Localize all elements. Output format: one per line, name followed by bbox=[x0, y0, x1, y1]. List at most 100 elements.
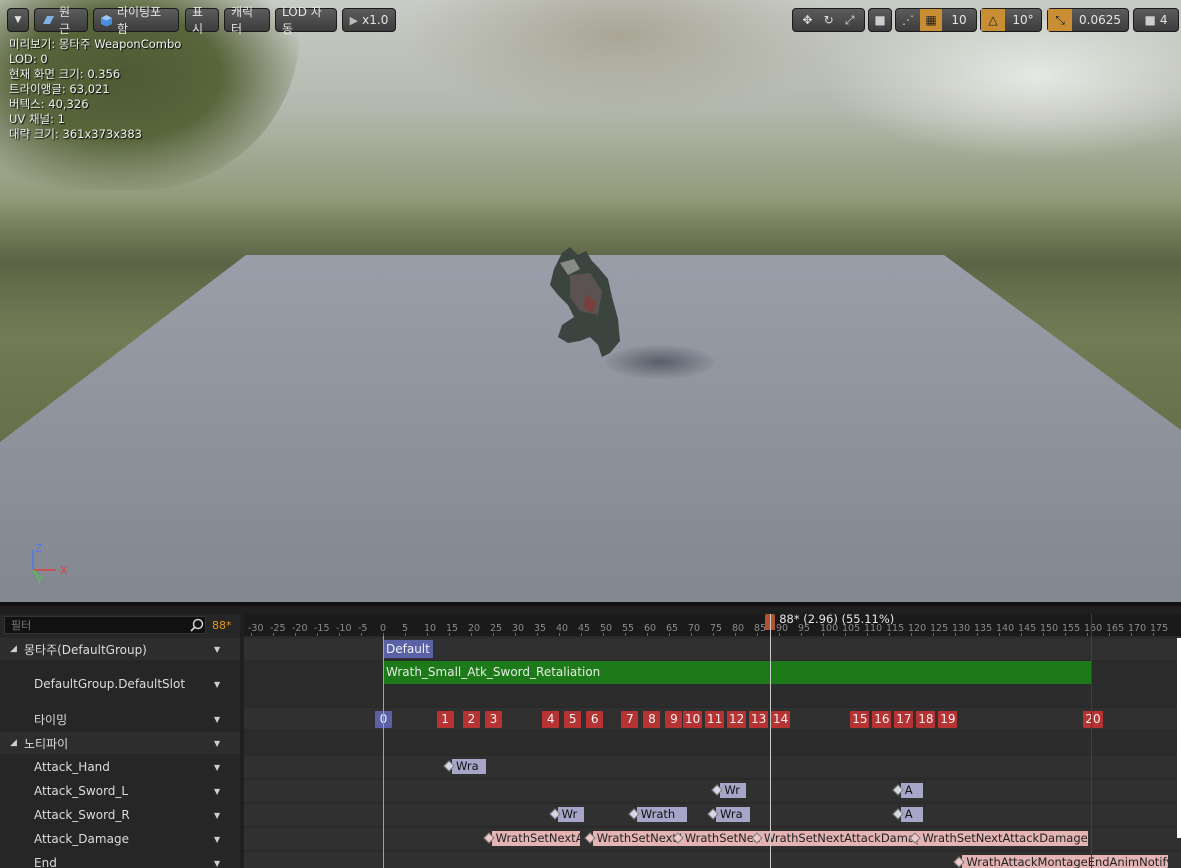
timing-marker[interactable]: 7 bbox=[621, 711, 639, 728]
notify-damage[interactable]: WrathSetNextAttack bbox=[592, 831, 681, 846]
chevron-down-icon[interactable]: ▼ bbox=[214, 680, 220, 689]
track-timing[interactable]: 타이밍 ▼ bbox=[0, 708, 240, 730]
expand-triangle-icon[interactable]: ◢ bbox=[10, 644, 17, 654]
vertical-scrollbar[interactable] bbox=[1177, 638, 1181, 838]
timing-marker[interactable]: 4 bbox=[542, 711, 560, 728]
scale-snap-icon[interactable]: ⤡ bbox=[1048, 9, 1072, 31]
timing-marker[interactable]: 13 bbox=[749, 711, 769, 728]
notify-sword-r[interactable]: A bbox=[900, 807, 923, 822]
timing-marker[interactable]: 1 bbox=[436, 711, 454, 728]
notify-damage[interactable]: WrathSetNextAttack bbox=[491, 831, 580, 846]
chevron-down-icon[interactable]: ▼ bbox=[214, 763, 220, 772]
section-default[interactable]: Default bbox=[383, 640, 433, 658]
chevron-down-icon[interactable]: ▼ bbox=[214, 835, 220, 844]
track-list: 필터 88* ◢ 몽타주(DefaultGroup) ▼ DefaultGrou… bbox=[0, 614, 240, 868]
notify-sword-l[interactable]: A bbox=[900, 783, 923, 798]
notify-sword-l[interactable]: Wr bbox=[720, 783, 747, 798]
timing-marker[interactable]: 11 bbox=[705, 711, 725, 728]
timing-marker[interactable]: 17 bbox=[894, 711, 914, 728]
rotation-snap-value[interactable]: 10° bbox=[1005, 13, 1041, 27]
tick-mark bbox=[713, 633, 714, 636]
perspective-label: 원근 bbox=[58, 5, 71, 36]
track-attack-damage[interactable]: Attack_Damage ▼ bbox=[0, 828, 240, 850]
timing-marker[interactable]: 15 bbox=[850, 711, 870, 728]
track-label: 노티파이 bbox=[24, 736, 69, 751]
tick-label: -5 bbox=[358, 623, 368, 634]
timing-marker[interactable]: 3 bbox=[485, 711, 502, 728]
notify-damage[interactable]: WrathSetNextAttackDamage bbox=[918, 831, 1089, 846]
notify-damage[interactable]: WrathSetNextAttackDamage bbox=[760, 831, 930, 846]
scale-snap-value[interactable]: 0.0625 bbox=[1072, 13, 1128, 27]
tick-label: 80 bbox=[732, 623, 745, 634]
tick-mark bbox=[251, 633, 252, 636]
tick-label: 50 bbox=[600, 623, 613, 634]
track-attack-hand[interactable]: Attack_Hand ▼ bbox=[0, 756, 240, 778]
grid-snap-value[interactable]: 10 bbox=[942, 13, 976, 27]
camera-speed-button[interactable]: ■ 4 bbox=[1133, 8, 1179, 32]
viewport-options-dropdown[interactable]: ▼ bbox=[7, 8, 29, 32]
timing-marker[interactable]: 20 bbox=[1083, 711, 1103, 728]
perspective-button[interactable]: 원근 bbox=[34, 5, 88, 36]
track-attack-sword-r[interactable]: Attack_Sword_R ▼ bbox=[0, 804, 240, 826]
tick-mark bbox=[295, 633, 296, 636]
tick-label: 15 bbox=[446, 623, 459, 634]
tick-mark bbox=[405, 633, 406, 636]
tick-mark bbox=[889, 633, 890, 636]
translate-icon[interactable]: ✥ bbox=[803, 13, 813, 27]
chevron-down-icon[interactable]: ▼ bbox=[214, 645, 220, 654]
timing-marker[interactable]: 9 bbox=[665, 711, 683, 728]
timeline-track-area[interactable]: -30 -25 -20 -15 -10 -5 0 5 10 15 20 25 30 35 40 45 50 55 6… bbox=[244, 614, 1181, 868]
notify-hand[interactable]: Wra bbox=[452, 759, 486, 774]
lighting-mode-button[interactable]: 라이팅포함 bbox=[93, 5, 179, 36]
grid-snap-icon[interactable]: ▦ bbox=[920, 9, 942, 31]
rotation-snap-icon[interactable]: △ bbox=[981, 9, 1005, 31]
preview-viewport[interactable]: ▼ 원근 라이팅포함 표시 캐릭터 LOD 자동 ▶ x1.0 ✥ ↻ ⤢ ■ bbox=[0, 0, 1181, 602]
tick-mark bbox=[1109, 633, 1110, 636]
track-end[interactable]: End ▼ bbox=[0, 852, 240, 868]
surface-snap-icon[interactable]: ⋰ bbox=[896, 13, 920, 27]
track-montage-group[interactable]: ◢ 몽타주(DefaultGroup) ▼ bbox=[0, 638, 240, 660]
notify-sword-r[interactable]: Wr bbox=[557, 807, 584, 822]
montage-start-marker bbox=[383, 636, 384, 868]
track-attack-sword-l[interactable]: Attack_Sword_L ▼ bbox=[0, 780, 240, 802]
timing-marker[interactable]: 5 bbox=[564, 711, 582, 728]
timing-marker[interactable]: 18 bbox=[916, 711, 936, 728]
chevron-down-icon[interactable]: ▼ bbox=[214, 739, 220, 748]
world-local-toggle[interactable]: ■ bbox=[868, 8, 892, 32]
chevron-down-icon[interactable]: ▼ bbox=[214, 787, 220, 796]
playback-speed-button[interactable]: ▶ x1.0 bbox=[342, 8, 396, 32]
tick-mark bbox=[581, 633, 582, 636]
tick-mark bbox=[977, 633, 978, 636]
lod-button[interactable]: LOD 자동 bbox=[275, 5, 337, 36]
track-notifies-group[interactable]: ◢ 노티파이 ▼ bbox=[0, 732, 240, 754]
timing-marker[interactable]: 10 bbox=[683, 711, 703, 728]
character-button[interactable]: 캐릭터 bbox=[224, 5, 270, 36]
filter-input[interactable]: 필터 bbox=[4, 616, 206, 634]
chevron-down-icon[interactable]: ▼ bbox=[214, 715, 220, 724]
notify-sword-r[interactable]: Wra bbox=[716, 807, 750, 822]
scale-icon[interactable]: ⤢ bbox=[845, 13, 855, 28]
timing-marker[interactable]: 19 bbox=[938, 711, 958, 728]
anim-segment[interactable]: Wrath_Small_Atk_Sword_Retaliation bbox=[383, 661, 1092, 684]
chevron-down-icon[interactable]: ▼ bbox=[214, 811, 220, 820]
tick-mark bbox=[1131, 633, 1132, 636]
chevron-down-icon[interactable]: ▼ bbox=[214, 859, 220, 868]
timing-marker[interactable]: 14 bbox=[771, 711, 791, 728]
rotate-icon[interactable]: ↻ bbox=[824, 13, 834, 27]
speed-label: x1.0 bbox=[362, 13, 389, 27]
expand-triangle-icon[interactable]: ◢ bbox=[10, 738, 17, 748]
timing-marker[interactable]: 12 bbox=[727, 711, 747, 728]
character-mesh bbox=[550, 247, 620, 357]
timing-marker[interactable]: 6 bbox=[586, 711, 604, 728]
playhead-line[interactable] bbox=[770, 614, 772, 868]
notify-end[interactable]: WrathAttackMontageEndAnimNotify bbox=[962, 855, 1169, 868]
notify-sword-r[interactable]: Wrath bbox=[636, 807, 687, 822]
timing-marker[interactable]: 8 bbox=[643, 711, 661, 728]
track-default-slot[interactable]: DefaultGroup.DefaultSlot ▼ bbox=[0, 662, 240, 706]
timing-marker[interactable]: 16 bbox=[872, 711, 892, 728]
chevron-down-icon: ▼ bbox=[14, 15, 22, 25]
timing-marker[interactable]: 2 bbox=[463, 711, 480, 728]
timeline-ruler[interactable]: -30 -25 -20 -15 -10 -5 0 5 10 15 20 25 30 35 40 45 50 55 6… bbox=[244, 614, 1181, 636]
show-button[interactable]: 표시 bbox=[185, 5, 219, 36]
gizmo-z-label: Z bbox=[35, 542, 43, 555]
